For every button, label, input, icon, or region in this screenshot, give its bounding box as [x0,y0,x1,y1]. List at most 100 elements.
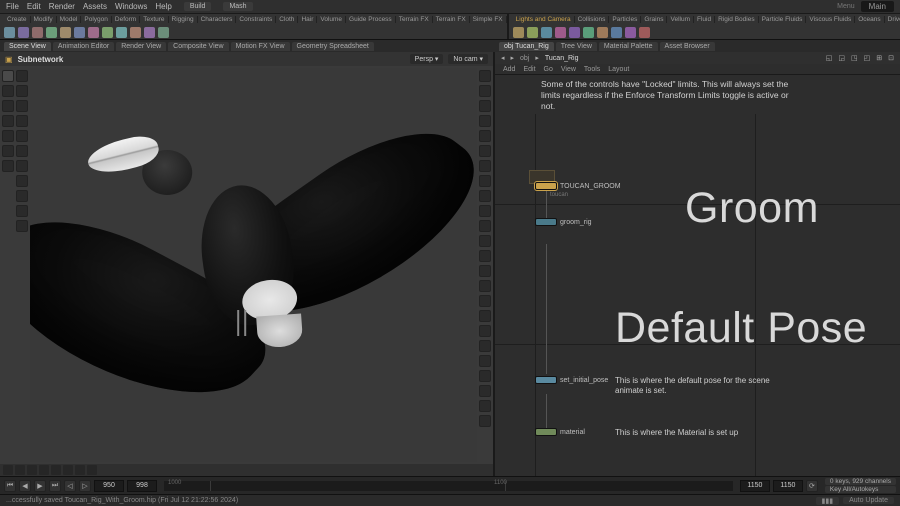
disp24-tool-icon[interactable] [479,415,491,427]
shelf-icon[interactable] [18,27,29,38]
viewport-persp[interactable]: Persp ▾ [410,54,444,64]
pane-tab[interactable]: Composite View [168,42,228,51]
snap8-tool-icon[interactable] [16,175,28,187]
pane-tab[interactable]: Render View [116,42,166,51]
shelf-tab[interactable]: Particles [609,16,641,23]
net-menu[interactable]: View [561,66,576,73]
node-groom-sub[interactable]: toucan [550,192,568,198]
shelf-icon[interactable] [597,27,608,38]
desktop-selector[interactable]: Main [861,1,894,12]
pane-tab[interactable]: Motion FX View [231,42,290,51]
shelf-tab[interactable]: Constraints [236,16,276,23]
fwd-icon[interactable]: ▸ [511,54,515,62]
shelf-icon[interactable] [32,27,43,38]
play-fwd-icon[interactable]: ▶ [34,480,46,492]
shelf-tab[interactable]: Terrain FX [433,16,470,23]
shelf-icon[interactable] [116,27,127,38]
shelf-icon[interactable] [541,27,552,38]
pane-tab[interactable]: Scene View [4,42,51,51]
cook-indicator-icon[interactable]: ▮▮▮ [816,497,840,505]
vp-btn-icon[interactable] [51,465,61,475]
disp17-tool-icon[interactable] [479,310,491,322]
snap7-tool-icon[interactable] [16,160,28,172]
pose-tool-icon[interactable] [2,130,14,142]
net-tool-icon[interactable]: ⊡ [888,54,894,62]
pane-tab[interactable]: Geometry Spreadsheet [292,42,374,51]
menu-help[interactable]: Help [155,2,171,11]
step-fwd-icon[interactable]: ▷ [79,480,91,492]
play-end-icon[interactable]: ⏭ [49,480,61,492]
move-tool-icon[interactable] [2,85,14,97]
shelf-icon[interactable] [555,27,566,38]
shelf-tab[interactable]: Deform [112,16,140,23]
shelf-icon[interactable] [611,27,622,38]
disp6-tool-icon[interactable] [479,145,491,157]
vp-btn-icon[interactable] [63,465,73,475]
shelf-tab[interactable]: Guide Process [346,16,396,23]
pane-tab[interactable]: Animation Editor [53,42,114,51]
menu-render[interactable]: Render [49,2,75,11]
net-menu[interactable]: Add [503,66,515,73]
disp15-tool-icon[interactable] [479,280,491,292]
shelf-icon[interactable] [569,27,580,38]
shelf-tab[interactable]: Volume [317,16,346,23]
disp4-tool-icon[interactable] [479,115,491,127]
disp3-tool-icon[interactable] [479,100,491,112]
shelf-tab[interactable]: Hair [298,16,317,23]
net-tool-icon[interactable]: ◱ [826,54,833,62]
shelf-tab[interactable]: Oceans [855,16,884,23]
shelf-icon[interactable] [583,27,594,38]
menu-assets[interactable]: Assets [83,2,107,11]
shelf-icon[interactable] [625,27,636,38]
snap6-tool-icon[interactable] [16,145,28,157]
disp19-tool-icon[interactable] [479,340,491,352]
disp16-tool-icon[interactable] [479,295,491,307]
auto-update[interactable]: Auto Update [843,497,894,504]
path-obj[interactable]: obj [520,55,529,62]
view-tool-icon[interactable] [2,160,14,172]
snap5-tool-icon[interactable] [16,130,28,142]
disp8-tool-icon[interactable] [479,175,491,187]
vp-btn-icon[interactable] [87,465,97,475]
select-tool-icon[interactable] [2,70,14,82]
timeline-track[interactable]: 1000 1100 [164,481,733,491]
pane-tab[interactable]: Material Palette [599,42,658,51]
shelf-tab[interactable]: Viscous Fluids [806,16,855,23]
net-menu[interactable]: Edit [523,66,535,73]
net-menu[interactable]: Layout [608,66,629,73]
shelf-icon[interactable] [74,27,85,38]
play-start-icon[interactable]: ⏮ [4,480,16,492]
shelf-tab[interactable]: Simple FX [470,16,507,23]
shelf-tab[interactable]: Particle Fluids [759,16,807,23]
frame-start[interactable]: 950 [94,480,124,492]
shelf-icon[interactable] [639,27,650,38]
disp23-tool-icon[interactable] [479,400,491,412]
menu-windows[interactable]: Windows [115,2,147,11]
shelf-tab[interactable]: Create [4,16,31,23]
shelf-tab[interactable]: Cloth [276,16,298,23]
snap11-tool-icon[interactable] [16,220,28,232]
disp11-tool-icon[interactable] [479,220,491,232]
disp-tool-icon[interactable] [479,70,491,82]
disp21-tool-icon[interactable] [479,370,491,382]
shelf-tab[interactable]: Texture [140,16,168,23]
shelf-icon[interactable] [144,27,155,38]
build-pill[interactable]: Build [184,2,212,11]
net-menu[interactable]: Go [544,66,553,73]
shelf-tab[interactable]: Rigid Bodies [715,16,759,23]
back-icon[interactable]: ◂ [501,54,505,62]
frame-end2[interactable]: 1150 [773,480,803,492]
disp22-tool-icon[interactable] [479,385,491,397]
vp-btn-icon[interactable] [15,465,25,475]
path-rig[interactable]: Tucan_Rig [545,55,579,62]
snap9-tool-icon[interactable] [16,190,28,202]
net-tool-icon[interactable]: ◰ [864,54,871,62]
shelf-icon[interactable] [102,27,113,38]
shelf-tab[interactable]: Collisions [575,16,610,23]
net-tool-icon[interactable]: ◳ [851,54,858,62]
net-tool-icon[interactable]: ◲ [838,54,845,62]
shelf-tab[interactable]: Drive/FX [885,16,900,23]
vp-btn-icon[interactable] [75,465,85,475]
shelf-icon[interactable] [60,27,71,38]
viewport-canvas[interactable] [30,68,477,462]
